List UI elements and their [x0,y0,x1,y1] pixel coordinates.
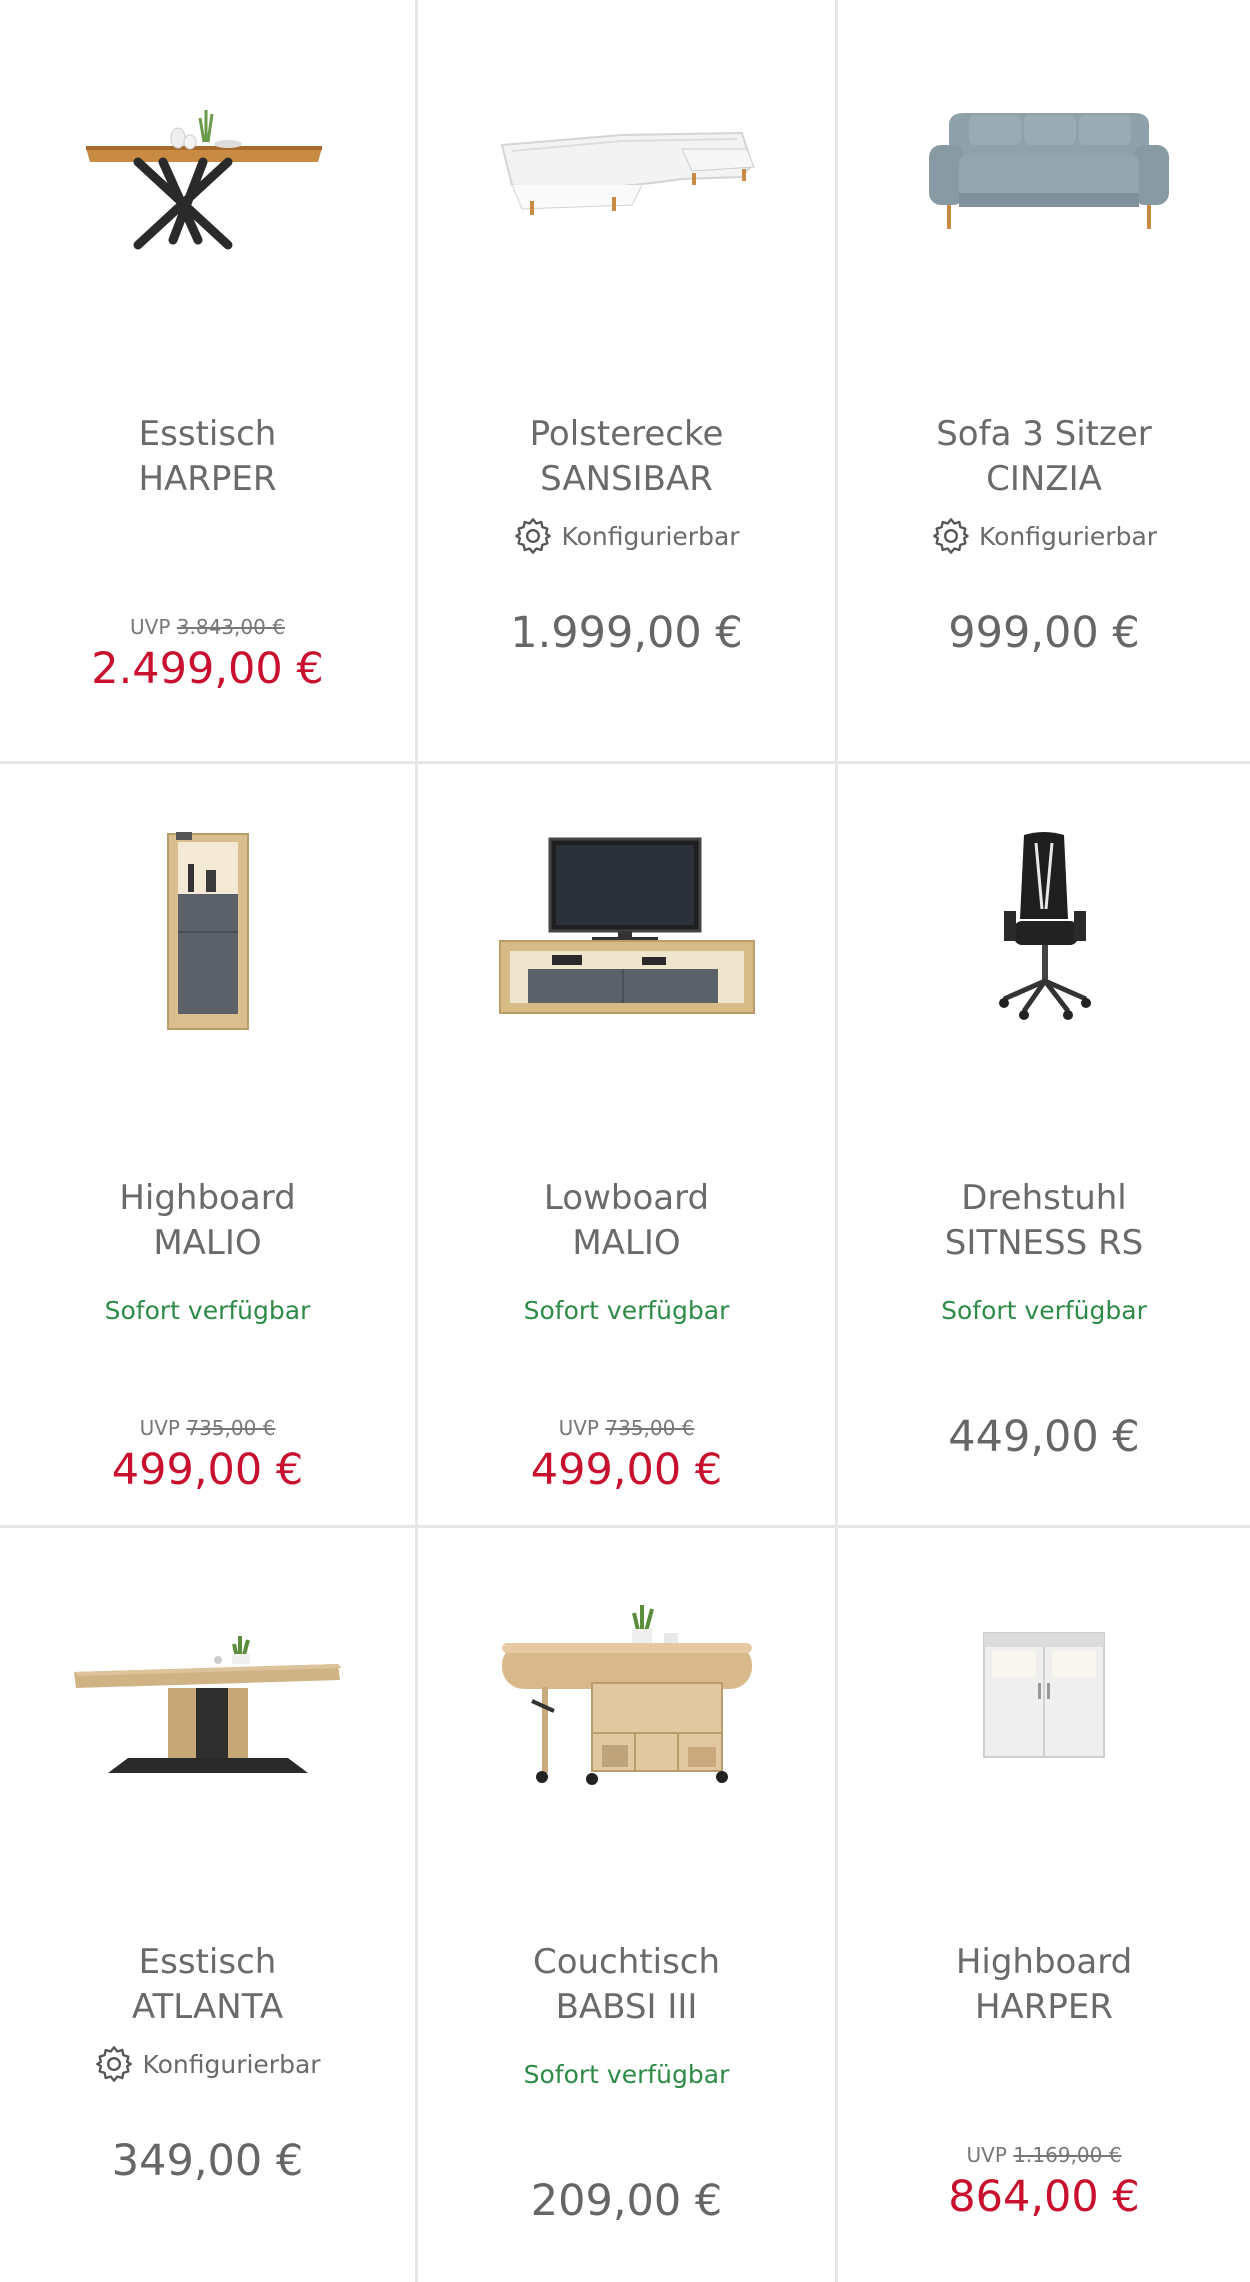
product-title[interactable]: Drehstuhl SITNESS RS [838,1176,1250,1266]
gear-icon [96,2046,133,2082]
product-title[interactable]: Polsterecke SANSIBAR [418,412,835,502]
availability-status: Sofort verfügbar [523,2060,730,2089]
product-price: 209,00 € [530,2176,723,2226]
uvp-label: UVP [130,615,171,639]
product-price: 349,00 € [111,2136,304,2186]
product-card[interactable]: Sofa 3 Sitzer CINZIA Konfigurierbar 999,… [838,0,1250,764]
product-title-line1: Sofa 3 Sitzer [936,414,1152,454]
product-card[interactable]: Lowboard MALIO Sofort verfügbar UVP 735,… [418,764,838,1528]
product-title[interactable]: Couchtisch BABSI III [418,1940,835,2030]
product-title-line2: MALIO [153,1223,262,1263]
product-image[interactable] [0,60,415,270]
product-price: 449,00 € [948,1412,1140,1462]
configurable-label: Konfigurierbar [978,521,1158,551]
product-title[interactable]: Sofa 3 Sitzer CINZIA [838,412,1250,502]
sale-price: 2.499,00 € [91,644,324,694]
uvp-old-price: 735,00 € [186,1416,276,1440]
sale-price: 499,00 € [530,1445,723,1495]
product-card[interactable]: Highboard HARPER UVP 1.169,00 € 864,00 € [838,1528,1250,2282]
product-title-line2: BABSI III [555,1987,698,2027]
product-card[interactable]: Highboard MALIO Sofort verfügbar UVP 735… [0,764,418,1528]
product-title[interactable]: Highboard MALIO [0,1176,415,1266]
configurable-label: Konfigurierbar [561,521,740,551]
product-title[interactable]: Highboard HARPER [838,1940,1250,2030]
product-card[interactable]: Polsterecke SANSIBAR Konfigurierbar 1.99… [418,0,838,764]
product-image[interactable] [418,60,835,270]
product-price: 999,00 € [948,608,1140,658]
product-title-line1: Highboard [955,1942,1133,1982]
product-title-line2: ATLANTA [131,1987,284,2027]
product-price: 1.999,00 € [510,608,743,658]
product-image[interactable] [418,824,835,1034]
product-image[interactable] [838,60,1250,270]
product-title-line2: HARPER [138,459,277,499]
uvp-old-price: 735,00 € [605,1416,695,1440]
product-title[interactable]: Esstisch HARPER [0,412,415,502]
uvp-label: UVP [558,1416,599,1440]
product-title[interactable]: Esstisch ATLANTA [0,1940,415,2030]
sale-price: 864,00 € [948,2172,1140,2222]
product-title-line2: MALIO [572,1223,681,1263]
product-image[interactable] [838,824,1250,1034]
availability-status: Sofort verfügbar [941,1296,1147,1325]
product-title-line2: CINZIA [986,459,1102,499]
uvp-price: UVP 1.169,00 € [838,2143,1250,2167]
configurable-badge: Konfigurierbar [418,516,835,556]
configurable-badge: Konfigurierbar [838,516,1250,556]
product-title-line1: Polsterecke [529,414,724,454]
product-card[interactable]: Esstisch ATLANTA Konfigurierbar 349,00 € [0,1528,418,2282]
product-image[interactable] [0,1588,415,1798]
uvp-label: UVP [966,2143,1007,2167]
uvp-price: UVP 3.843,00 € [0,615,415,639]
configurable-label: Konfigurierbar [142,2049,321,2079]
configurable-badge: Konfigurierbar [0,2044,415,2084]
uvp-label: UVP [139,1416,180,1440]
uvp-old-price: 3.843,00 € [176,615,285,639]
product-image[interactable] [0,824,415,1034]
product-image[interactable] [418,1588,835,1798]
product-grid: Esstisch HARPER UVP 3.843,00 € 2.499,00 … [0,0,1250,2282]
product-title-line1: Esstisch [138,414,277,454]
product-title-line1: Esstisch [138,1942,277,1982]
sale-price: 499,00 € [111,1445,304,1495]
product-title-line1: Highboard [119,1178,296,1218]
product-card[interactable]: Drehstuhl SITNESS RS Sofort verfügbar 44… [838,764,1250,1528]
product-image[interactable] [838,1588,1250,1798]
product-title-line1: Couchtisch [532,1942,721,1982]
product-card[interactable]: Esstisch HARPER UVP 3.843,00 € 2.499,00 … [0,0,418,764]
uvp-old-price: 1.169,00 € [1013,2143,1122,2167]
product-title-line1: Lowboard [543,1178,710,1218]
uvp-price: UVP 735,00 € [418,1416,835,1440]
availability-status: Sofort verfügbar [104,1296,311,1325]
product-title-line2: SITNESS RS [944,1223,1144,1263]
product-title-line2: SANSIBAR [540,459,713,499]
gear-icon [515,518,552,554]
product-title-line1: Drehstuhl [961,1178,1127,1218]
gear-icon [933,518,969,554]
product-card[interactable]: Couchtisch BABSI III Sofort verfügbar 20… [418,1528,838,2282]
uvp-price: UVP 735,00 € [0,1416,415,1440]
availability-status: Sofort verfügbar [523,1296,730,1325]
product-title-line2: HARPER [974,1987,1114,2027]
product-title[interactable]: Lowboard MALIO [418,1176,835,1266]
